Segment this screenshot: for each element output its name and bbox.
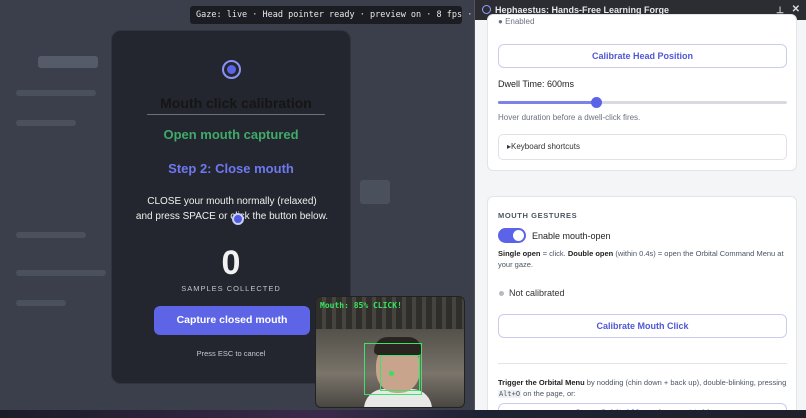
orbital-description: Trigger the Orbital Menu by nodding (chi… xyxy=(498,377,793,400)
calibration-status-text: Not calibrated xyxy=(509,288,565,298)
divider xyxy=(498,363,787,364)
samples-count: 0 xyxy=(221,244,241,282)
keyboard-shortcuts-toggle[interactable]: ▸Keyboard shortcuts xyxy=(498,134,787,160)
dwell-hint: Hover duration before a dwell-click fire… xyxy=(498,113,641,122)
calibration-status-dot-icon xyxy=(499,291,504,296)
capture-closed-mouth-button[interactable]: Capture closed mouth xyxy=(154,306,310,335)
gaze-status-bar: Gaze: live · Head pointer ready · previe… xyxy=(190,6,524,24)
dwell-time-label: Dwell Time: 600ms xyxy=(498,79,575,89)
background-line xyxy=(16,120,76,126)
captured-status: Open mouth captured xyxy=(163,127,299,142)
gaze-cursor-icon xyxy=(232,213,244,225)
samples-label: SAMPLES COLLECTED xyxy=(181,284,281,293)
webcam-preview: Mouth: 85% CLICK! xyxy=(315,296,465,408)
step-indicator-icon xyxy=(222,60,241,79)
modal-title: Mouth click calibration xyxy=(147,95,325,115)
background-line xyxy=(16,90,96,96)
calibrate-mouth-button[interactable]: Calibrate Mouth Click xyxy=(498,314,787,338)
desc-mid: = click. xyxy=(540,249,568,258)
orbital-tail: on the page, or: xyxy=(521,389,576,398)
desc-single: Single open xyxy=(498,249,541,258)
desc-double: Double open xyxy=(567,249,614,258)
mouth-gestures-card: MOUTH GESTURES Enable mouth-open Single … xyxy=(487,196,797,418)
mouth-tracking-box xyxy=(380,355,420,391)
enabled-status: ● Enabled xyxy=(498,17,535,26)
hephaestus-logo-icon xyxy=(482,5,491,14)
instruction-line-1: CLOSE your mouth normally (relaxed) xyxy=(147,196,317,207)
background-title xyxy=(38,56,98,68)
side-panel: Hephaestus: Hands-Free Learning Forge ⊥ … xyxy=(474,0,806,418)
dwell-slider-thumb[interactable] xyxy=(590,97,602,108)
background-avatar xyxy=(360,180,390,204)
dwell-time-slider[interactable] xyxy=(498,97,787,108)
orbital-text: by nodding (chin down + back up), double… xyxy=(584,378,787,387)
head-settings-card: ● Enabled Calibrate Head Position Dwell … xyxy=(487,14,797,171)
background-line xyxy=(16,232,86,238)
mouth-marker-icon xyxy=(389,371,394,376)
orbital-key: Alt+O xyxy=(498,390,522,398)
mouth-open-toggle[interactable] xyxy=(498,228,526,243)
webcam-overlay-label: Mouth: 85% CLICK! xyxy=(320,301,402,310)
mouth-open-toggle-label: Enable mouth-open xyxy=(532,231,611,241)
mouth-gestures-description: Single open = click. Double open (within… xyxy=(498,248,793,270)
background-line xyxy=(16,270,106,276)
step-heading: Step 2: Close mouth xyxy=(168,161,294,176)
orbital-bold: Trigger the Orbital Menu xyxy=(498,378,585,387)
calibrate-head-button[interactable]: Calibrate Head Position xyxy=(498,44,787,68)
background-line xyxy=(16,300,66,306)
dwell-slider-fill xyxy=(498,101,597,104)
mouth-gestures-heading: MOUTH GESTURES xyxy=(498,211,578,220)
taskbar xyxy=(0,410,806,418)
enabled-text: Enabled xyxy=(505,17,535,26)
